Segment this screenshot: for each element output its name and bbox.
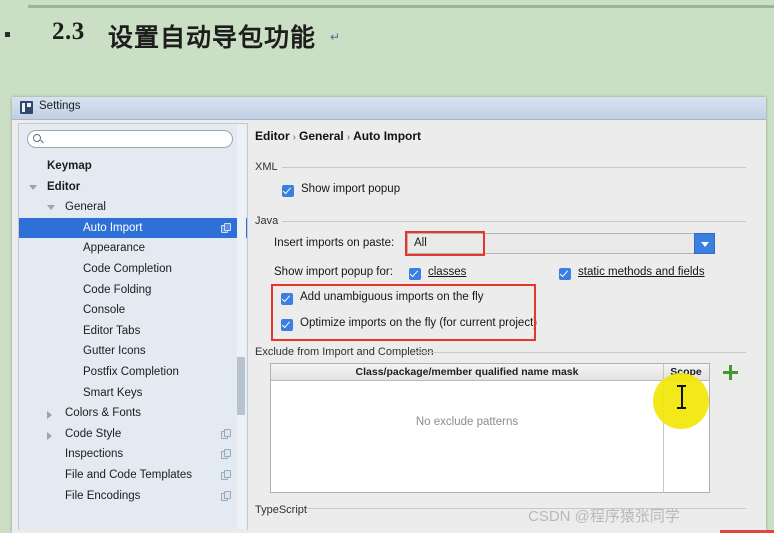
label-insert-imports-on-paste: Insert imports on paste: [274,237,395,249]
settings-tree: Keymap Editor General Auto Import Appearance… [19,156,247,506]
text-ibeam-cursor [677,384,686,410]
window-titlebar: Settings [12,97,766,120]
sidebar-item-code-style[interactable]: Code Style [19,424,247,445]
sidebar-item-label: File Encodings [65,489,141,502]
sidebar-item-label: Console [83,304,126,317]
sidebar-item-label: General [65,201,106,214]
sidebar-item-label: Smart Keys [83,386,143,399]
page-title: 设置自动导包功能 [108,25,317,52]
sidebar-item-label: Postfix Completion [83,365,179,378]
label-static-methods-and-fields: static methods and fields [578,266,705,278]
sidebar-item-label: Code Style [65,427,122,440]
slide-number: 2.3 [52,18,85,45]
sidebar-item-editor-tabs[interactable]: Editor Tabs [19,321,247,342]
ibeam-bottom-cap [677,407,686,409]
sidebar-item-keymap[interactable]: Keymap [19,156,247,177]
sidebar-item-label: Inspections [65,448,124,461]
sidebar-item-colors-fonts[interactable]: Colors & Fonts [19,403,247,424]
sidebar-scrollbar-thumb[interactable] [236,357,245,415]
label-show-import-popup-xml: Show import popup [301,183,401,195]
search-field[interactable] [27,130,233,148]
breadcrumb-separator-icon: › [292,132,297,143]
slide-bullet-marker [5,32,10,37]
chevron-down-icon[interactable] [29,184,37,190]
settings-window: Settings Keymap Editor General Auto Import A… [12,97,766,533]
exclude-table: Class/package/member qualified name mask… [270,363,710,493]
sidebar-item-label: Colors & Fonts [65,407,142,420]
breadcrumb-editor[interactable]: Editor [255,129,290,143]
breadcrumb-separator-icon: › [346,132,351,143]
sidebar-item-label: File and Code Templates [65,468,192,481]
section-divider-xml [282,167,746,168]
copy-pages-icon [221,469,231,480]
sidebar-item-auto-import[interactable]: Auto Import [19,217,247,239]
settings-window-icon [20,101,33,114]
sidebar-item-label: Editor [47,180,81,193]
section-label-exclude: Exclude from Import and Completion [255,346,434,358]
sidebar-item-appearance[interactable]: Appearance [19,238,247,259]
sidebar-item-label: Gutter Icons [83,345,146,358]
breadcrumb: Editor › General › Auto Import [255,129,421,143]
checkbox-add-unambiguous-imports[interactable] [281,293,293,305]
checkbox-show-import-popup-xml[interactable] [282,185,294,197]
settings-sidebar: Keymap Editor General Auto Import Appearance… [18,123,248,530]
section-label-typescript: TypeScript [255,504,307,516]
section-divider-typescript [306,508,746,509]
sidebar-item-editor[interactable]: Editor [19,177,247,198]
sidebar-item-file-and-code-templates[interactable]: File and Code Templates [19,465,247,486]
insert-imports-combobox[interactable]: All [407,233,715,254]
section-label-xml: XML [255,161,278,173]
copy-pages-icon [221,490,231,501]
sidebar-item-label: Editor Tabs [83,324,141,337]
copy-pages-icon [221,428,231,439]
sidebar-item-general[interactable]: General [19,197,247,218]
slide-root: 2.3 设置自动导包功能 ↵ Settings Keymap Editor Gene… [0,0,774,533]
checkbox-classes[interactable] [409,268,421,280]
checkbox-optimize-imports[interactable] [281,319,293,331]
sidebar-item-inspections[interactable]: Inspections [19,444,247,465]
insert-imports-value: All [414,237,427,249]
slide-top-rule [28,5,774,8]
ibeam-stem [680,387,683,407]
breadcrumb-general[interactable]: General [299,129,344,143]
sidebar-item-file-encodings[interactable]: File Encodings [19,486,247,507]
breadcrumb-auto-import: Auto Import [353,129,422,143]
checkbox-static-methods-and-fields[interactable] [559,268,571,280]
sidebar-item-label: Code Folding [83,283,152,296]
add-exclude-pattern-button[interactable] [722,364,739,381]
search-icon [33,134,41,142]
sidebar-item-smart-keys[interactable]: Smart Keys [19,383,247,404]
window-title: Settings [39,100,81,112]
sidebar-item-label: Auto Import [83,221,143,234]
sidebar-item-postfix-completion[interactable]: Postfix Completion [19,362,247,383]
label-classes: classes [428,266,467,278]
sidebar-item-gutter-icons[interactable]: Gutter Icons [19,341,247,362]
chevron-right-icon[interactable] [47,431,52,440]
search-input[interactable] [46,132,230,148]
sidebar-item-label: Appearance [83,242,146,255]
sidebar-item-label: Keymap [47,160,92,172]
section-label-java: Java [255,215,279,227]
label-add-unambiguous-imports: Add unambiguous imports on the fly [300,291,484,303]
sidebar-item-code-folding[interactable]: Code Folding [19,280,247,301]
chevron-down-icon[interactable] [694,233,715,254]
section-divider-java [282,221,746,222]
sidebar-item-code-completion[interactable]: Code Completion [19,259,247,280]
sidebar-item-label: Code Completion [83,262,172,275]
copy-pages-icon [221,222,231,233]
chevron-right-icon[interactable] [47,411,52,420]
exclude-table-empty-message: No exclude patterns [415,416,519,428]
label-optimize-imports: Optimize imports on the fly (for current… [300,317,538,329]
settings-content-panel: Editor › General › Auto Import XML Show impo… [248,123,760,529]
column-header-mask[interactable]: Class/package/member qualified name mask [271,366,663,378]
sidebar-item-console[interactable]: Console [19,300,247,321]
sidebar-scrollbar[interactable] [236,125,246,529]
chevron-down-icon[interactable] [47,205,55,211]
label-show-import-popup-for: Show import popup for: [274,266,393,278]
watermark: CSDN @程序猿张同学 [528,508,680,525]
section-divider-exclude [414,352,746,353]
copy-pages-icon [221,449,231,460]
paragraph-mark-icon: ↵ [330,30,341,44]
